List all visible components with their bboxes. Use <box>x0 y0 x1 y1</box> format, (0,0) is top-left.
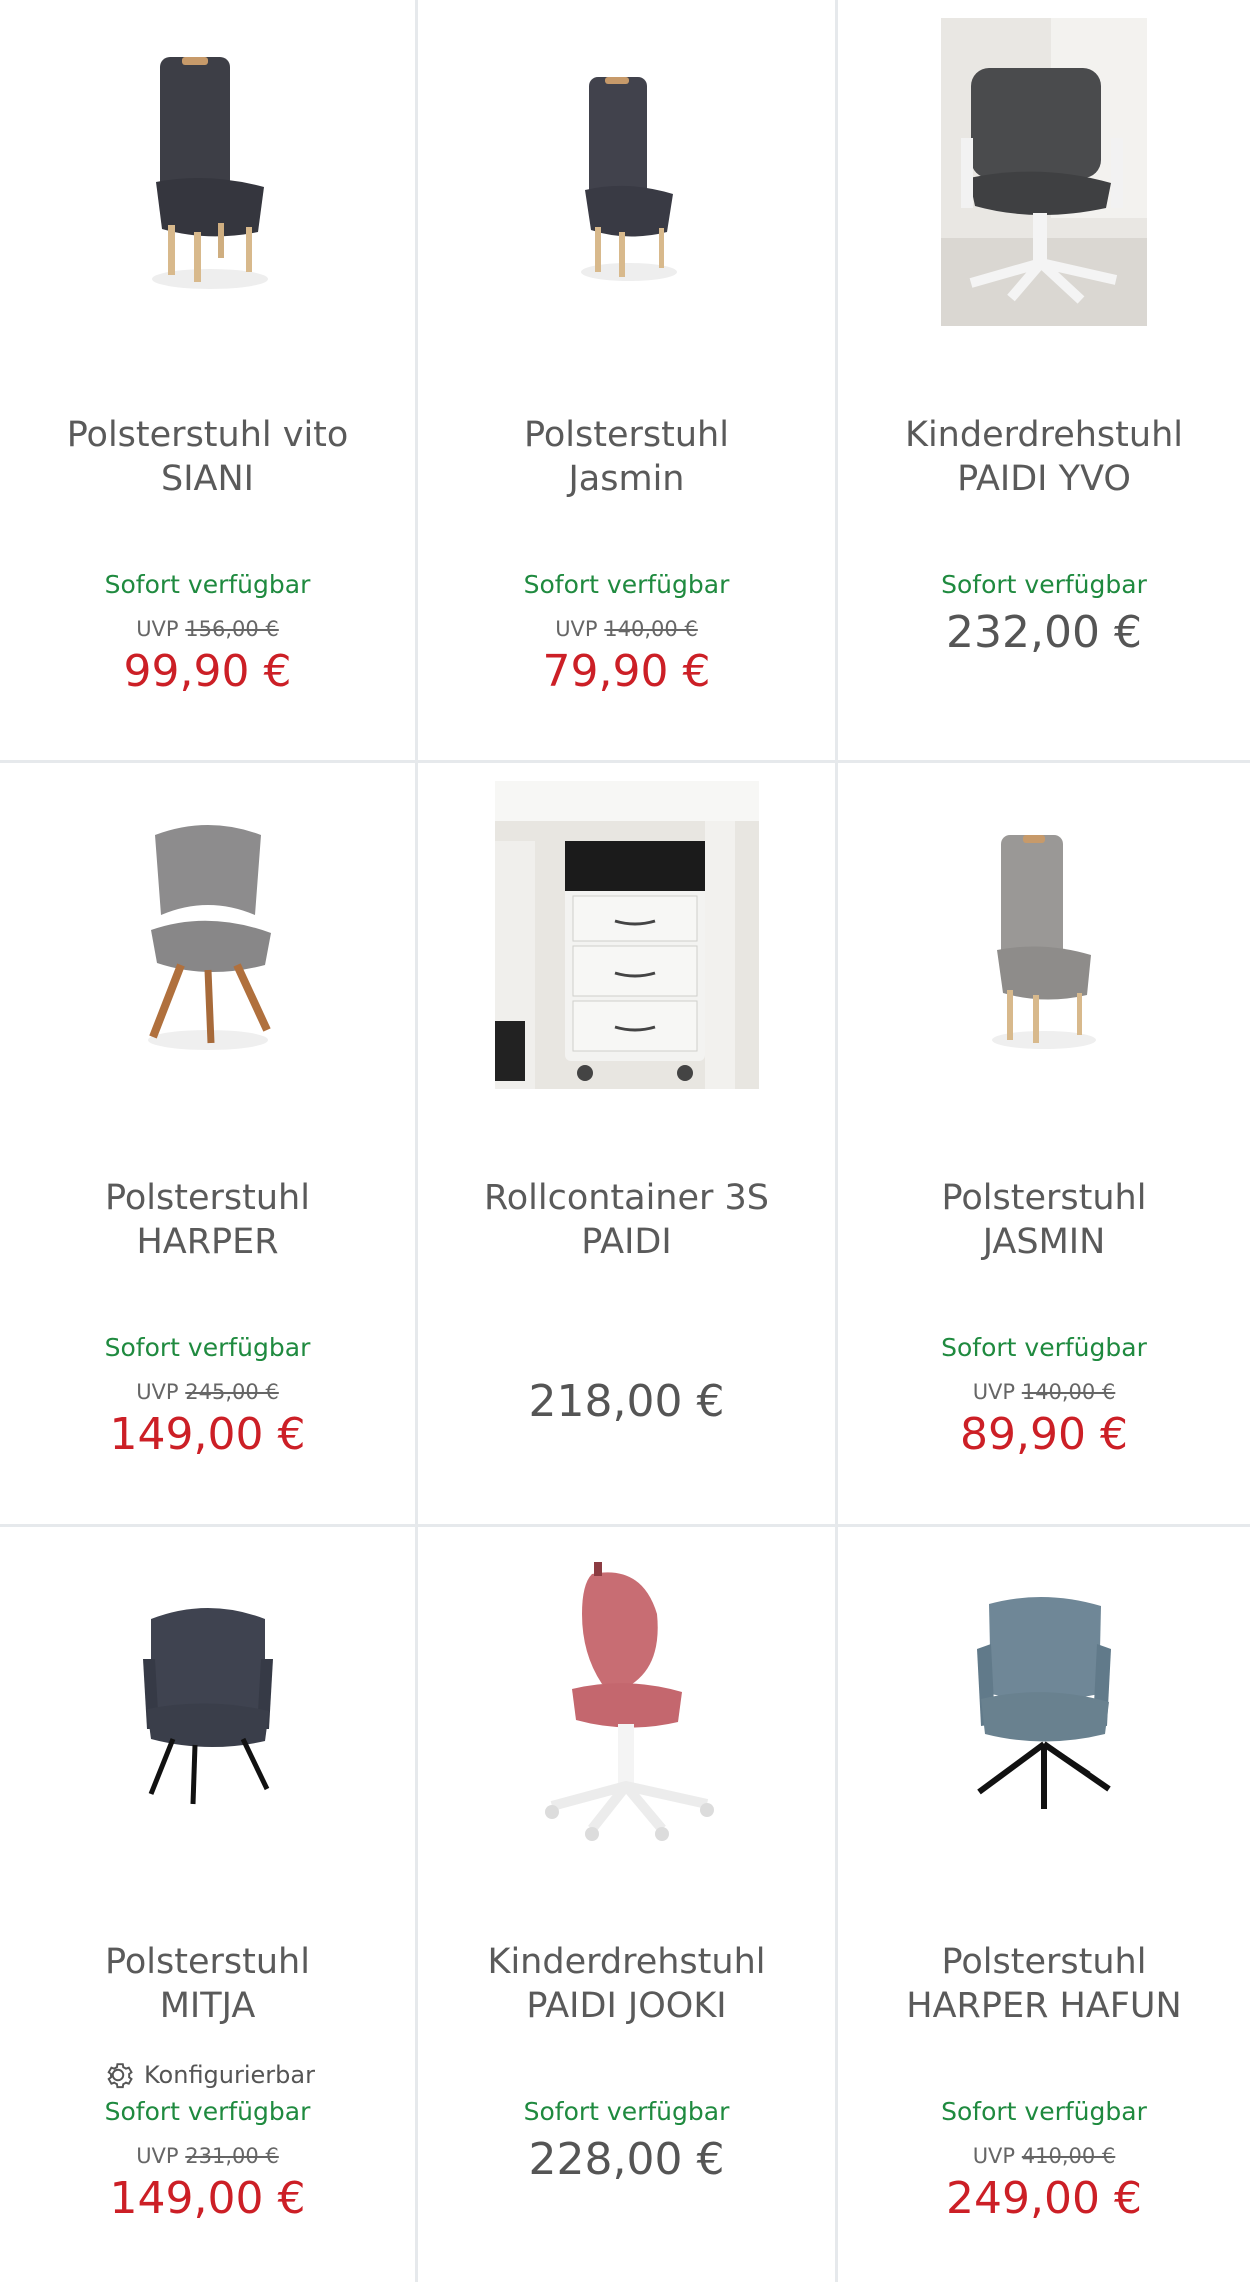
sale-price: 89,90 € <box>960 1409 1128 1460</box>
uvp-value: 140,00 € <box>1021 1380 1116 1404</box>
uvp-price: UVP 410,00 € <box>838 2144 1250 2168</box>
product-title-line2[interactable]: SIANI <box>10 457 405 501</box>
availability-status: Sofort verfügbar <box>941 570 1147 599</box>
product-card[interactable]: Polsterstuhl MITJA Konfigurierbar Sofort… <box>0 1527 418 2282</box>
product-title-line2[interactable]: HARPER <box>10 1220 405 1264</box>
product-title-line2[interactable]: PAIDI YVO <box>848 457 1240 501</box>
product-title-line1[interactable]: Polsterstuhl <box>10 1940 405 1984</box>
sale-price: 149,00 € <box>109 2173 306 2224</box>
product-card[interactable]: Polsterstuhl HARPER HAFUN Sofort verfügb… <box>838 1527 1250 2282</box>
uvp-label: UVP <box>972 1380 1016 1404</box>
uvp-price: UVP 245,00 € <box>0 1380 415 1404</box>
kids-chair-image-icon <box>941 18 1147 326</box>
product-title-line2[interactable]: HARPER HAFUN <box>848 1984 1240 2028</box>
availability-status: Sofort verfügbar <box>941 2097 1147 2126</box>
product-title-line1[interactable]: Polsterstuhl <box>428 413 825 457</box>
product-card[interactable]: Polsterstuhl vito SIANI Sofort verfügbar… <box>0 0 418 763</box>
product-card[interactable]: Kinderdrehstuhl PAIDI JOOKI Sofort verfü… <box>418 1527 838 2282</box>
chair-image-icon <box>147 825 271 1050</box>
product-title-line1[interactable]: Polsterstuhl <box>848 1176 1240 1220</box>
uvp-price: UVP 156,00 € <box>0 617 415 641</box>
chair-image-icon <box>151 57 268 289</box>
container-image-icon <box>494 781 759 1089</box>
product-image[interactable] <box>418 18 835 326</box>
product-card[interactable]: Rollcontainer 3S PAIDI 218,00 € <box>418 763 838 1527</box>
uvp-value: 231,00 € <box>185 2144 279 2168</box>
product-image[interactable] <box>0 781 415 1089</box>
product-card[interactable]: Kinderdrehstuhl PAIDI YVO Sofort verfügb… <box>838 0 1250 763</box>
product-title-line2[interactable]: PAIDI <box>428 1220 825 1264</box>
kids-chair-image-icon <box>544 1562 714 1841</box>
uvp-value: 245,00 € <box>185 1380 279 1404</box>
uvp-label: UVP <box>136 2144 179 2168</box>
uvp-label: UVP <box>972 2144 1016 2168</box>
product-image[interactable] <box>838 1545 1250 1853</box>
product-title-line1[interactable]: Kinderdrehstuhl <box>848 413 1240 457</box>
product-title-line2[interactable]: MITJA <box>10 1984 405 2028</box>
uvp-price: UVP 140,00 € <box>418 617 835 641</box>
availability-status: Sofort verfügbar <box>523 570 730 599</box>
availability-status: Sofort verfügbar <box>523 2097 730 2126</box>
sale-price: 249,00 € <box>946 2173 1142 2224</box>
product-grid: Polsterstuhl vito SIANI Sofort verfügbar… <box>0 0 1250 2282</box>
product-title-line2[interactable]: PAIDI JOOKI <box>428 1984 825 2028</box>
uvp-label: UVP <box>136 1380 179 1404</box>
availability-status: Sofort verfügbar <box>104 2097 311 2126</box>
armchair-image-icon <box>142 1608 273 1805</box>
product-title-line1[interactable]: Polsterstuhl vito <box>10 413 405 457</box>
sale-price: 79,90 € <box>542 646 711 697</box>
gear-icon <box>107 2063 133 2089</box>
product-title-line1[interactable]: Polsterstuhl <box>848 1940 1240 1984</box>
product-title-line1[interactable]: Rollcontainer 3S <box>428 1176 825 1220</box>
product-title-line1[interactable]: Polsterstuhl <box>10 1176 405 1220</box>
price: 228,00 € <box>528 2134 725 2185</box>
product-image[interactable] <box>838 18 1250 326</box>
availability-status: Sofort verfügbar <box>104 1333 311 1362</box>
availability-status: Sofort verfügbar <box>941 1333 1147 1362</box>
uvp-label: UVP <box>136 617 179 641</box>
product-title-line2[interactable]: JASMIN <box>848 1220 1240 1264</box>
product-image[interactable] <box>838 781 1250 1089</box>
uvp-price: UVP 231,00 € <box>0 2144 415 2168</box>
product-card[interactable]: Polsterstuhl JASMIN Sofort verfügbar UVP… <box>838 763 1250 1527</box>
product-image[interactable] <box>0 18 415 326</box>
uvp-value: 156,00 € <box>185 617 279 641</box>
chair-image-icon <box>580 77 677 281</box>
product-card[interactable]: Polsterstuhl Jasmin Sofort verfügbar UVP… <box>418 0 838 763</box>
product-image[interactable] <box>418 781 835 1089</box>
uvp-value: 410,00 € <box>1021 2144 1116 2168</box>
product-title-line1[interactable]: Kinderdrehstuhl <box>428 1940 825 1984</box>
price: 218,00 € <box>528 1376 725 1427</box>
chair-image-icon <box>992 835 1096 1049</box>
uvp-label: UVP <box>555 617 598 641</box>
product-card[interactable]: Polsterstuhl HARPER Sofort verfügbar UVP… <box>0 763 418 1527</box>
price: 232,00 € <box>946 607 1142 658</box>
configurable-badge: Konfigurierbar <box>0 2057 415 2093</box>
uvp-price: UVP 140,00 € <box>838 1380 1250 1404</box>
uvp-value: 140,00 € <box>604 617 698 641</box>
product-title-line2[interactable]: Jasmin <box>428 457 825 501</box>
availability-status: Sofort verfügbar <box>104 570 311 599</box>
configurable-label: Konfigurierbar <box>144 2061 315 2089</box>
product-image[interactable] <box>418 1545 835 1853</box>
armchair-image-icon <box>977 1596 1111 1809</box>
sale-price: 149,00 € <box>109 1409 306 1460</box>
product-image[interactable] <box>0 1545 415 1853</box>
sale-price: 99,90 € <box>123 646 292 697</box>
